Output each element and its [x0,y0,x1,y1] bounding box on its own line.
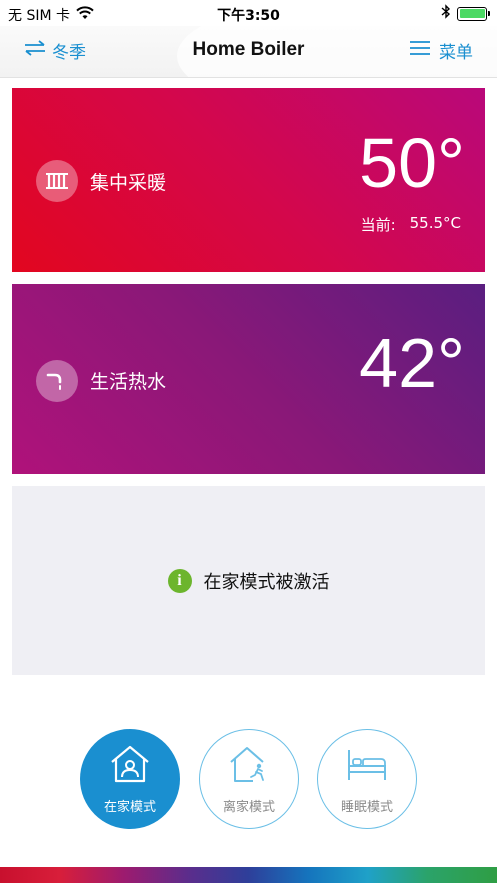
current-value: 55.5°C [409,214,461,232]
heating-current: 当前: 55.5°C [361,214,461,235]
info-icon: i [167,569,192,593]
hamburger-icon [409,40,431,61]
home-mode-button[interactable]: 在家模式 [80,729,180,829]
battery-icon [457,6,490,21]
hot-water-setpoint: 42° [359,324,465,402]
away-mode-label: 离家模式 [222,799,275,815]
heating-setpoint: 50° [359,124,465,202]
sleep-mode-button[interactable]: 睡眠模式 [317,729,417,829]
home-person-icon [108,744,152,788]
bluetooth-icon [441,4,451,23]
status-time: 下午3:50 [217,8,280,24]
hot-water-label: 生活热水 [90,371,167,393]
status-message: 在家模式被激活 [203,572,330,593]
radiator-icon [36,160,78,202]
current-label: 当前: [360,216,396,234]
menu-label: 菜单 [439,43,473,63]
status-bar: 无 SIM 卡 下午3:50 [0,0,497,26]
bed-icon [343,744,391,788]
nav-bar: 冬季 Home Boiler 菜单 [0,26,497,78]
menu-button[interactable]: 菜单 [409,38,473,63]
status-panel: i 在家模式被激活 [12,486,485,675]
home-leave-icon [227,744,271,788]
away-mode-button[interactable]: 离家模式 [199,729,299,829]
sleep-mode-label: 睡眠模式 [340,799,393,815]
heating-label: 集中采暖 [90,172,167,194]
heating-card[interactable]: 集中采暖 50° 当前: 55.5°C [12,88,485,272]
home-mode-label: 在家模式 [103,799,156,815]
faucet-icon [36,360,78,402]
brand-color-strip [0,867,497,883]
hot-water-card[interactable]: 生活热水 42° [12,284,485,474]
